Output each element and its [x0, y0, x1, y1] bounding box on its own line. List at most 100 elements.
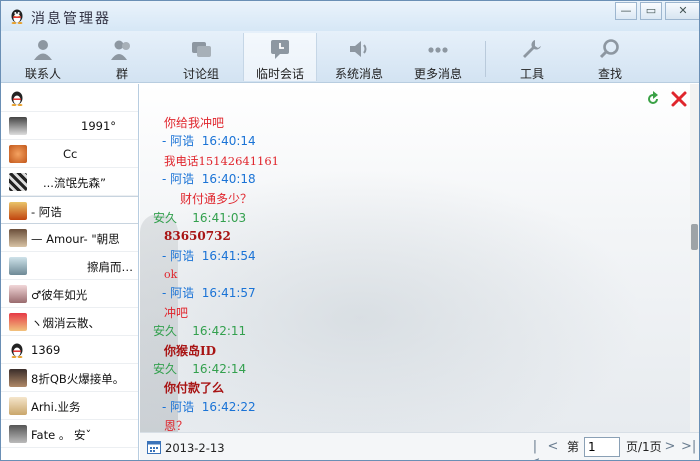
next-page-button[interactable]: > [663, 439, 677, 455]
calendar-icon[interactable] [147, 440, 161, 454]
tab-label: 群 [115, 67, 128, 81]
qq-penguin-icon [11, 9, 23, 24]
message-meta: 安久 16:41:03 [153, 209, 246, 226]
list-item[interactable]: Fate 。 安ˇ [1, 420, 138, 448]
tab-discussion[interactable]: 讨论组 [164, 33, 238, 81]
contact-name: 1991° [81, 119, 117, 133]
sender-name: 安久 [153, 362, 178, 376]
message-time: 16:40:18 [201, 172, 256, 186]
date-label: 2013-2-13 [165, 441, 225, 455]
message-meta: - 阿诰 16:40:18 [162, 170, 256, 187]
list-item[interactable]: Arhi.业务 [1, 392, 138, 420]
list-item[interactable]: — Amour- "朝思 [1, 224, 138, 252]
delete-icon[interactable] [670, 90, 688, 108]
wrench-icon [523, 40, 541, 58]
message-meta: - 阿诰 16:40:14 [162, 132, 256, 149]
list-item[interactable]: 1369 [1, 336, 138, 364]
list-item[interactable]: ヽ烟消云散、 [1, 308, 138, 336]
window-title: 消息管理器 [31, 11, 111, 27]
tab-temp-chat[interactable]: 临时会话 [243, 33, 317, 81]
tab-search[interactable]: 查找 [573, 33, 647, 81]
contact-name: Arhi.业务 [31, 400, 81, 414]
tab-label: 讨论组 [182, 67, 219, 81]
message-text: 财付通多少？ [180, 192, 253, 206]
speaker-icon [350, 41, 367, 57]
avatar [9, 117, 27, 135]
first-page-icon: |< [530, 439, 541, 460]
title-bar: 消息管理器 — ▭ ✕ [1, 1, 699, 31]
contact-name: — Amour- "朝思 [31, 232, 120, 246]
avatar [9, 285, 27, 303]
maximize-button[interactable]: ▭ [640, 2, 662, 20]
contact-name: Fate 。 安ˇ [31, 428, 92, 442]
message-time: 16:42:11 [192, 324, 247, 338]
sender-name: - 阿诰 [162, 249, 195, 263]
minimize-icon: — [620, 4, 632, 17]
message-time: 16:40:14 [201, 134, 256, 148]
tab-groups[interactable]: 群 [85, 33, 159, 81]
tab-tools[interactable]: 工具 [495, 33, 569, 81]
search-icon [599, 39, 619, 59]
tab-system-messages[interactable]: 系统消息 [322, 33, 396, 81]
discussion-icon [192, 42, 211, 57]
first-page-button[interactable]: |< [528, 439, 542, 460]
message-text: 83650732 [164, 229, 231, 243]
prev-page-button[interactable]: < [546, 439, 560, 455]
sender-name: - 阿诰 [162, 172, 195, 186]
contact-name: ...流氓先森” [43, 176, 106, 190]
message-text: 我电话15142641161 [164, 154, 279, 168]
message-text: ok [164, 268, 178, 281]
list-item[interactable]: - 阿诰 [1, 196, 138, 224]
contact-name: 擦肩而… [87, 260, 133, 274]
contact-name: 1369 [31, 343, 61, 357]
tab-label: 临时会话 [255, 67, 304, 81]
message-text: 你付款了么 [164, 381, 225, 395]
contact-name: - 阿诰 [31, 205, 62, 219]
tab-contacts[interactable]: 联系人 [6, 33, 80, 81]
scrollbar[interactable] [690, 84, 699, 432]
chat-history: 你给我冲吧 - 阿诰 16:40:14 我电话15142641161 - 阿诰 … [140, 84, 690, 432]
avatar [9, 313, 27, 331]
page-number-input[interactable] [584, 437, 620, 457]
message-meta: 安久 16:42:14 [153, 360, 246, 377]
message-time: 16:41:03 [192, 211, 247, 225]
list-item[interactable] [1, 84, 138, 112]
avatar [9, 229, 27, 247]
list-item[interactable]: 擦肩而… [1, 252, 138, 280]
list-item[interactable]: 8折QB火爆接单。 [1, 364, 138, 392]
message-meta: - 阿诰 16:41:57 [162, 284, 256, 301]
next-page-icon: > [664, 439, 676, 454]
sender-name: - 阿诰 [162, 134, 195, 148]
message-text: 冲吧 [164, 306, 189, 320]
avatar [9, 173, 27, 191]
contact-name: ♂彼年如光 [31, 288, 88, 302]
close-button[interactable]: ✕ [665, 2, 699, 20]
message-time: 16:41:57 [201, 286, 256, 300]
tab-label: 更多消息 [413, 67, 462, 81]
contacts-icon [34, 40, 52, 60]
contact-name: Cc [63, 147, 78, 161]
message-manager-window: 消息管理器 — ▭ ✕ 联系人 群 讨论组 临时会话 系统消息 更多消息 工具 … [0, 0, 700, 461]
temp-chat-icon [271, 40, 289, 59]
refresh-icon[interactable] [644, 90, 662, 108]
scrollbar-thumb[interactable] [691, 224, 698, 250]
sender-name: 安久 [153, 324, 178, 338]
sender-name: - 阿诰 [162, 400, 195, 414]
message-meta: - 阿诰 16:41:54 [162, 247, 256, 264]
avatar [9, 145, 27, 163]
avatar [9, 257, 27, 275]
qq-penguin-icon [11, 91, 23, 106]
page-prefix-label: 第 [567, 440, 580, 454]
toolbar: 联系人 群 讨论组 临时会话 系统消息 更多消息 工具 查找 [1, 31, 699, 83]
list-item[interactable]: Cc [1, 140, 138, 168]
last-page-button[interactable]: >| [681, 439, 696, 455]
list-item[interactable]: 1991° [1, 112, 138, 140]
list-item[interactable]: ♂彼年如光 [1, 280, 138, 308]
page-total-label: 页/1页 [626, 440, 662, 454]
tab-more-messages[interactable]: 更多消息 [401, 33, 475, 81]
minimize-button[interactable]: — [615, 2, 637, 20]
toolbar-divider [485, 41, 486, 77]
list-item[interactable]: ...流氓先森” [1, 168, 138, 196]
tab-label: 系统消息 [334, 67, 383, 81]
avatar [9, 202, 27, 220]
